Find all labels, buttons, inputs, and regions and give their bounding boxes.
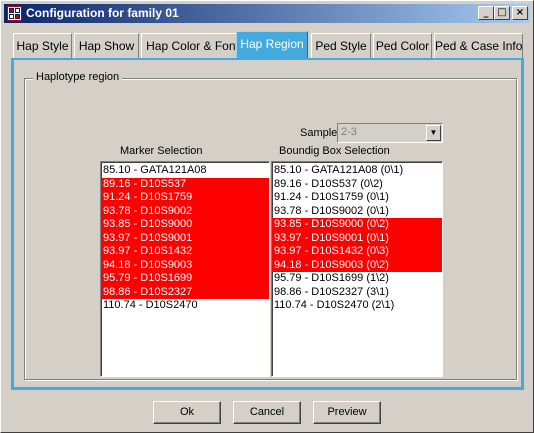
maximize-button[interactable]: □ bbox=[494, 6, 510, 20]
tab-hap-style[interactable]: Hap Style bbox=[13, 33, 72, 59]
list-item[interactable]: 95.79 - D10S1699 bbox=[101, 272, 269, 286]
app-icon bbox=[7, 6, 22, 21]
list-item[interactable]: 95.79 - D10S1699 (1\2) bbox=[272, 272, 442, 286]
list-item[interactable]: 93.97 - D10S1432 bbox=[101, 245, 269, 259]
sample-value: 2-3 bbox=[341, 126, 357, 138]
list-item[interactable]: 110.74 - D10S2470 (2\1) bbox=[272, 299, 442, 313]
sample-select[interactable]: 2-3 ▼ bbox=[337, 123, 443, 143]
list-item[interactable]: 89.16 - D10S537 (0\2) bbox=[272, 178, 442, 192]
list-item[interactable]: 98.86 - D10S2327 (3\1) bbox=[272, 286, 442, 300]
tab-hap-region[interactable]: Hap Region bbox=[236, 31, 308, 59]
list-item[interactable]: 93.85 - D10S9000 (0\2) bbox=[272, 218, 442, 232]
list-item[interactable]: 93.78 - D10S9002 bbox=[101, 204, 269, 218]
config-dialog: Configuration for family 01 _ □ × Hap St… bbox=[0, 0, 534, 433]
title-bar[interactable]: Configuration for family 01 _ □ × bbox=[4, 4, 530, 23]
ok-button[interactable]: Ok bbox=[153, 401, 221, 424]
minimize-button[interactable]: _ bbox=[478, 6, 494, 20]
tab-ped-style[interactable]: Ped Style bbox=[311, 33, 371, 59]
preview-button[interactable]: Preview bbox=[313, 401, 381, 424]
list-item[interactable]: 94.18 - D10S9003 bbox=[101, 258, 269, 272]
sample-label: Sample bbox=[300, 127, 338, 139]
list-item[interactable]: 85.10 - GATA121A08 bbox=[101, 164, 269, 178]
list-item[interactable]: 93.85 - D10S9000 bbox=[101, 218, 269, 232]
marker-selection-title: Marker Selection bbox=[120, 145, 203, 157]
haplotype-region-group: Haplotype region Sample 2-3 ▼ Marker Sel… bbox=[24, 71, 517, 380]
bounding-box-list[interactable]: 85.10 - GATA121A08 (0\1) 89.16 - D10S537 … bbox=[271, 161, 443, 377]
tab-hap-show[interactable]: Hap Show bbox=[74, 33, 139, 59]
close-button[interactable]: × bbox=[512, 6, 528, 20]
window-title: Configuration for family 01 bbox=[26, 6, 179, 20]
hap-region-panel: Haplotype region Sample 2-3 ▼ Marker Sel… bbox=[11, 60, 524, 390]
list-item[interactable]: 98.86 - D10S2327 bbox=[101, 285, 269, 299]
list-item[interactable]: 91.24 - D10S1759 bbox=[101, 191, 269, 205]
tab-ped-case-info[interactable]: Ped & Case Info bbox=[434, 33, 523, 59]
list-item[interactable]: 93.78 - D10S9002 (0\1) bbox=[272, 205, 442, 219]
list-item[interactable]: 89.16 - D10S537 bbox=[101, 177, 269, 191]
marker-selection-list[interactable]: 85.10 - GATA121A08 89.16 - D10S537 91.24 -… bbox=[100, 161, 270, 377]
cancel-button[interactable]: Cancel bbox=[233, 401, 301, 424]
list-item[interactable]: 85.10 - GATA121A08 (0\1) bbox=[272, 164, 442, 178]
bounding-box-title: Boundig Box Selection bbox=[279, 145, 390, 157]
list-item[interactable]: 110.74 - D10S2470 bbox=[101, 299, 269, 313]
group-label: Haplotype region bbox=[33, 71, 123, 83]
list-item[interactable]: 91.24 - D10S1759 (0\1) bbox=[272, 191, 442, 205]
list-item[interactable]: 94.18 - D10S9003 (0\2) bbox=[272, 258, 442, 272]
list-item[interactable]: 93.97 - D10S9001 bbox=[101, 231, 269, 245]
chevron-down-icon[interactable]: ▼ bbox=[426, 125, 441, 141]
list-item[interactable]: 93.97 - D10S9001 (0\1) bbox=[272, 231, 442, 245]
list-item[interactable]: 93.97 - D10S1432 (0\3) bbox=[272, 245, 442, 259]
tab-ped-color[interactable]: Ped Color bbox=[373, 33, 432, 59]
tab-hap-color-font[interactable]: Hap Color & Font bbox=[141, 33, 244, 59]
